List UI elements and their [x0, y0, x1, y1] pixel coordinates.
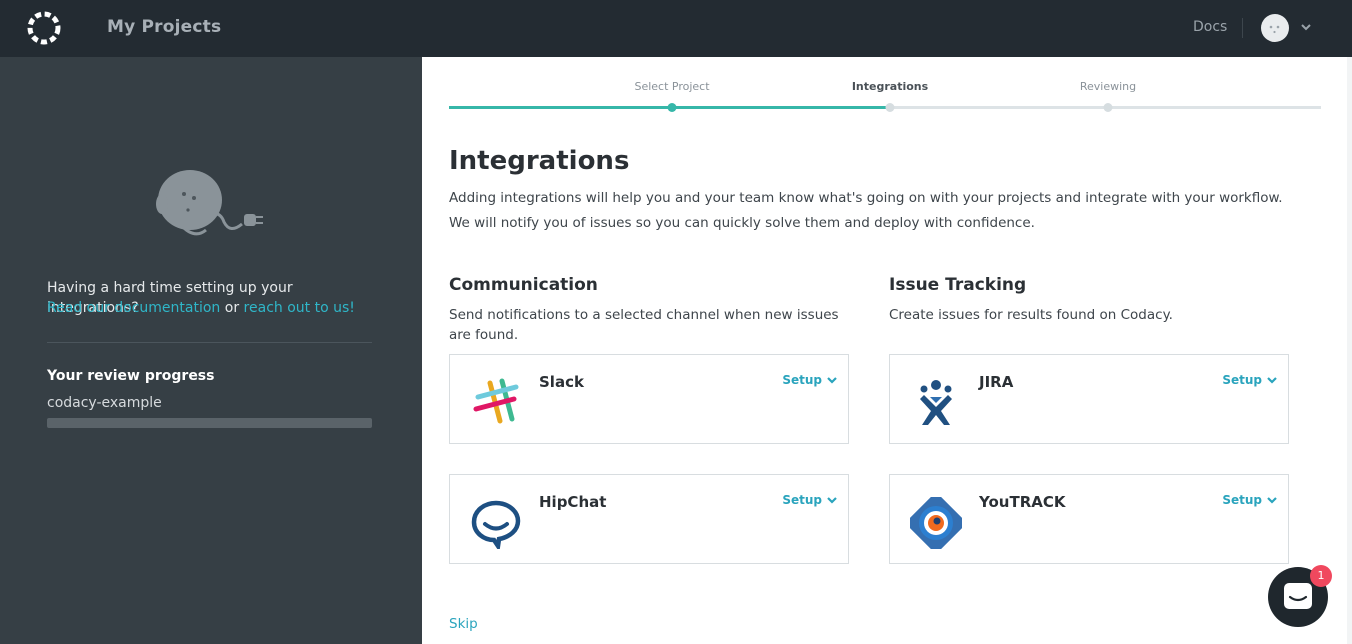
chevron-down-icon[interactable] — [1299, 20, 1313, 34]
setup-label: Setup — [782, 373, 822, 387]
scrollbar[interactable] — [1347, 57, 1352, 644]
intro-line: We will notify you of issues so you can … — [449, 215, 1035, 231]
page-title: Integrations — [449, 146, 630, 176]
integration-card-slack: Slack Setup — [449, 354, 849, 444]
unplugged-mascot-icon — [156, 170, 263, 236]
step-reviewing[interactable]: Reviewing — [1080, 80, 1136, 93]
setup-button-hipchat[interactable]: Setup — [782, 493, 838, 507]
setup-button-slack[interactable]: Setup — [782, 373, 838, 387]
section-description-communication: Send notifications to a selected channel… — [449, 307, 839, 343]
contact-link[interactable]: reach out to us! — [244, 300, 355, 316]
setup-label: Setup — [1222, 493, 1262, 507]
setup-label: Setup — [1222, 373, 1262, 387]
chevron-down-icon — [1267, 497, 1277, 504]
integration-name: HipChat — [539, 493, 607, 511]
intro-text: Adding integrations will help you and yo… — [449, 186, 1283, 236]
chevron-down-icon — [827, 377, 837, 384]
integration-card-jira: JIRA Setup — [889, 354, 1289, 444]
intro-line: Adding integrations will help you and yo… — [449, 190, 1283, 206]
setup-button-jira[interactable]: Setup — [1222, 373, 1278, 387]
avatar-icon — [1269, 25, 1280, 34]
setup-button-youtrack[interactable]: Setup — [1222, 493, 1278, 507]
integration-name: YouTRACK — [979, 493, 1066, 511]
chevron-down-icon — [827, 497, 837, 504]
codacy-logo-icon[interactable] — [26, 10, 62, 46]
progress-project-name: codacy-example — [47, 395, 162, 411]
or-text: or — [224, 300, 240, 316]
docs-link[interactable]: Docs — [1193, 19, 1227, 35]
top-bar: My Projects Docs — [0, 0, 1352, 57]
avatar[interactable] — [1261, 14, 1289, 42]
step-dot-reviewing — [1103, 103, 1113, 112]
setup-label: Setup — [782, 493, 822, 507]
integration-name: JIRA — [979, 373, 1014, 391]
app-title[interactable]: My Projects — [107, 17, 221, 37]
section-title-issue-tracking: Issue Tracking — [889, 275, 1027, 295]
divider — [47, 342, 372, 343]
chevron-down-icon — [1267, 377, 1277, 384]
integration-card-youtrack: YouTRACK Setup — [889, 474, 1289, 564]
documentation-link[interactable]: Read our documentation — [47, 300, 220, 316]
hipchat-icon — [471, 500, 521, 549]
integration-card-hipchat: HipChat Setup — [449, 474, 849, 564]
notification-badge: 1 — [1310, 565, 1332, 587]
slack-icon — [473, 378, 519, 424]
skip-link[interactable]: Skip — [449, 616, 478, 632]
section-title-communication: Communication — [449, 275, 598, 295]
step-dot-select-project — [667, 103, 677, 112]
sidebar: Having a hard time setting up your integ… — [0, 57, 422, 644]
youtrack-icon — [910, 497, 962, 549]
section-description-issue-tracking: Create issues for results found on Codac… — [889, 307, 1173, 323]
divider — [1242, 18, 1243, 38]
step-integrations[interactable]: Integrations — [852, 80, 928, 93]
help-links: Read our documentation or reach out to u… — [47, 298, 355, 318]
step-select-project[interactable]: Select Project — [634, 80, 709, 93]
wizard-stepper: Select Project Integrations Reviewing — [449, 80, 1321, 116]
jira-icon — [920, 380, 952, 425]
progress-title: Your review progress — [47, 368, 215, 384]
integration-name: Slack — [539, 373, 584, 391]
step-dot-integrations — [885, 103, 895, 112]
review-progress-bar — [47, 418, 372, 428]
